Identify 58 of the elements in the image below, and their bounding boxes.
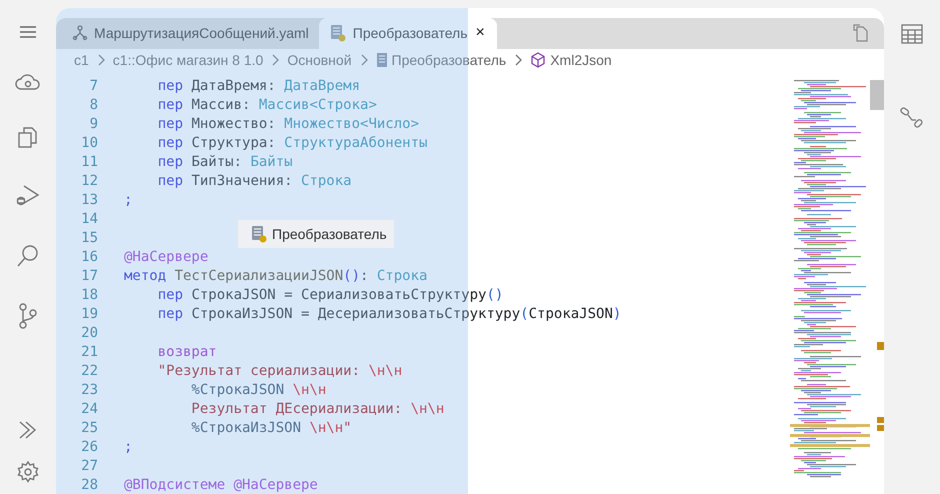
close-button[interactable]: × (473, 24, 487, 42)
code-line: возврат (156, 344, 217, 360)
code-line: ; (124, 438, 132, 454)
line-number: 19 (80, 306, 99, 322)
code-line: метод ТестСериализацииJSON(): Строка (124, 268, 428, 284)
breadcrumb-item[interactable]: c1 (74, 52, 89, 68)
line-number: 16 (80, 248, 99, 264)
module-warning-icon (250, 225, 268, 243)
code-line: Результат ДЕсериализации: \н\н (190, 400, 444, 416)
line-number: 13 (80, 192, 99, 208)
line-number: 23 (80, 382, 99, 398)
line-number: 9 (88, 116, 99, 132)
breadcrumb-item[interactable]: Основной (287, 52, 352, 68)
code-line: пер Массив: Массив<Строка> (156, 96, 377, 112)
line-number: 26 (80, 438, 99, 454)
line-number: 8 (88, 96, 99, 112)
breadcrumb-item[interactable]: Xml2Json (550, 52, 612, 68)
hierarchy-icon (72, 25, 88, 42)
line-number: 7 (88, 78, 99, 94)
line-number: 17 (80, 268, 99, 284)
code-line: пер СтрокаJSON = СериализоватьСтруктуру() (156, 286, 504, 302)
line-number: 15 (80, 230, 99, 246)
line-number: 27 (80, 458, 99, 474)
code-line: пер ДатаВремя: ДатаВремя (156, 78, 360, 94)
line-number: 24 (80, 400, 99, 416)
chevron-right-icon (96, 54, 105, 66)
code-line: %СтрокаJSON \н\н (190, 382, 326, 398)
line-number: 10 (80, 134, 99, 150)
line-number: 20 (80, 324, 99, 340)
code-line: пер Множество: Множество<Число> (156, 116, 420, 132)
line-number: 22 (80, 362, 99, 378)
code-line: "Результат сериализации: \н\н (156, 362, 402, 378)
code-line: пер Структура: СтруктураАбоненты (156, 134, 428, 150)
code-line: ; (124, 192, 132, 208)
line-number: 12 (80, 172, 99, 188)
line-number: 28 (80, 476, 99, 492)
editor-tab[interactable]: МаршрутизацияСообщений.yaml (62, 18, 319, 49)
line-number: 18 (80, 286, 99, 302)
line-number: 11 (80, 154, 99, 170)
code-line: @ВПодсистеме @НаСервере (124, 476, 318, 492)
module-warning-icon (328, 24, 347, 42)
document-icon (376, 52, 388, 68)
code-line: @НаСервере (124, 248, 208, 264)
line-number: 25 (80, 420, 99, 436)
code-line: %СтрокаИзJSON \н\н" (190, 420, 352, 436)
chevron-right-icon (271, 54, 280, 66)
chevron-right-icon (360, 54, 368, 66)
breadcrumb-item[interactable]: c1::Офис магазин 8 1.0 (112, 52, 264, 68)
code-line: пер Байты: Байты (156, 154, 293, 170)
code-line: пер СтрокаИзJSON = ДесериализоватьСтруктуру(СтрокаJSON) (156, 306, 622, 322)
code-line: пер ТипЗначения: Строка (156, 172, 352, 188)
line-number: 14 (80, 210, 99, 226)
drag-preview-label: Преобразователь (272, 226, 387, 242)
chevron-right-icon (514, 54, 522, 66)
breadcrumb-item[interactable]: Преобразователь (392, 52, 506, 68)
line-number: 21 (80, 344, 99, 360)
cube-icon (530, 52, 546, 68)
editor-tab[interactable]: Преобразователь × (318, 18, 497, 49)
